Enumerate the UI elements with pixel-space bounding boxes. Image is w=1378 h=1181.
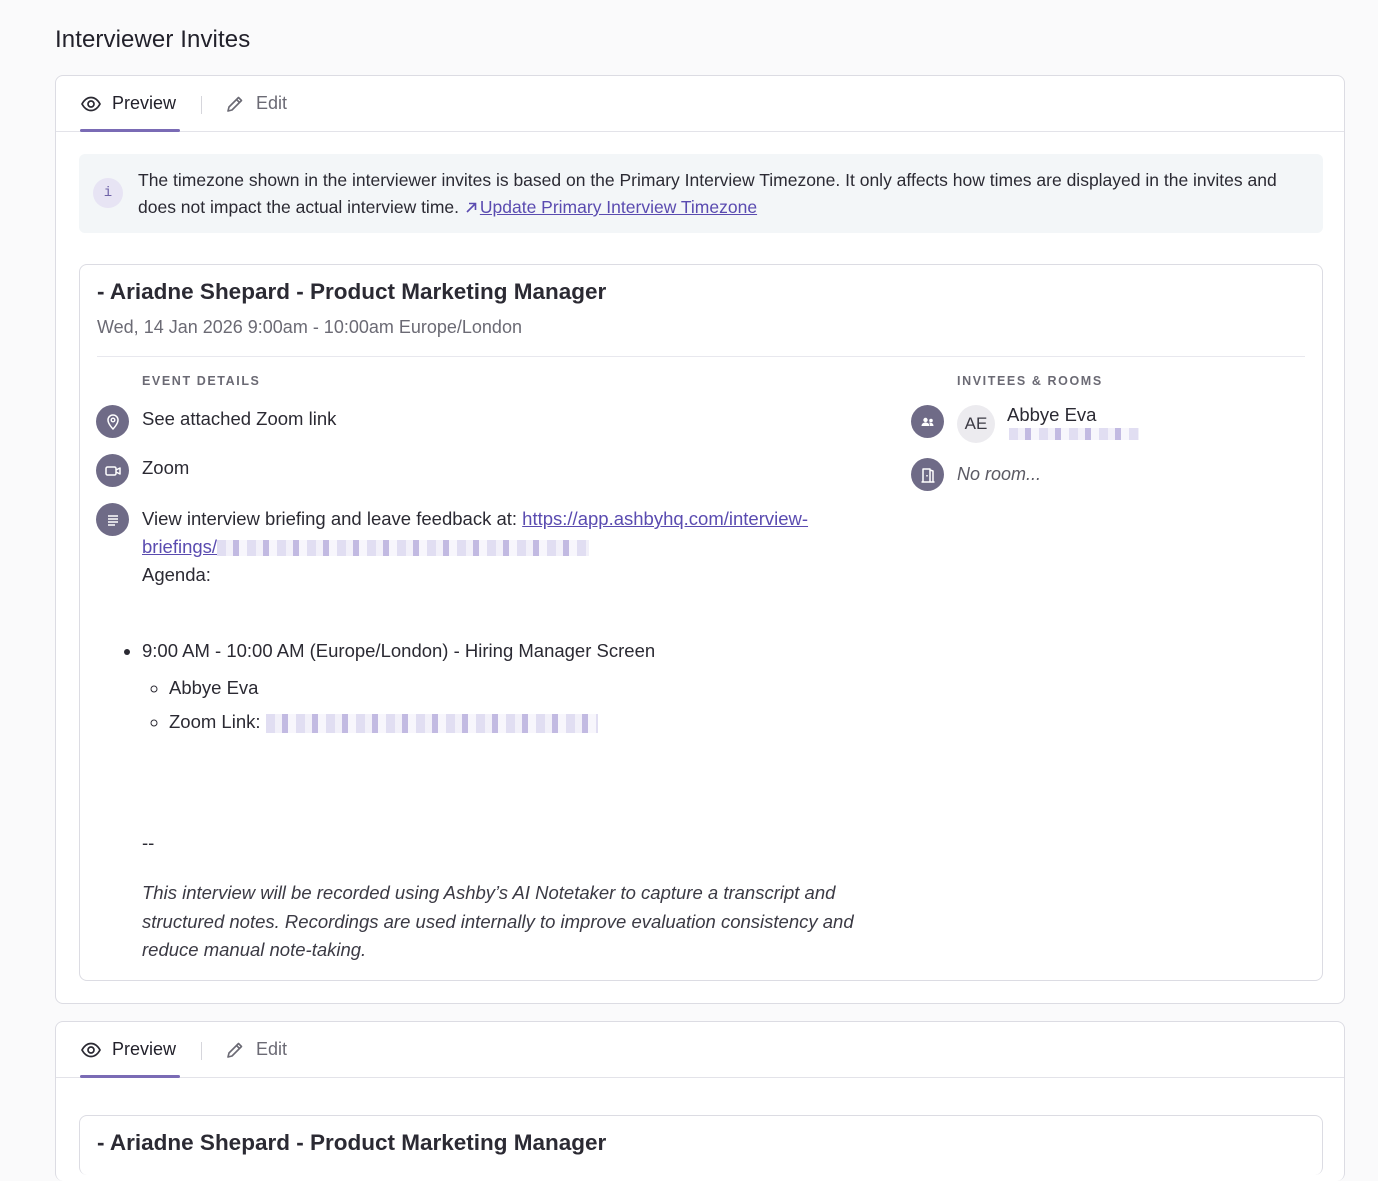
eye-icon — [80, 93, 102, 115]
agenda-item-text: 9:00 AM - 10:00 AM (Europe/London) - Hir… — [142, 640, 656, 661]
invite-card: Preview Edit i The timezone shown in the… — [55, 75, 1345, 1004]
agenda-label: Agenda: — [142, 564, 211, 585]
invitees-rooms-label: INVITEES & ROOMS — [957, 374, 1103, 388]
event-preview-2: - Ariadne Shepard - Product Marketing Ma… — [79, 1115, 1323, 1175]
agenda-zoom-link: Zoom Link: — [169, 711, 655, 733]
agenda-item: 9:00 AM - 10:00 AM (Europe/London) - Hir… — [142, 637, 655, 733]
location-pin-icon — [96, 405, 129, 438]
tab-edit-label-2: Edit — [256, 1039, 288, 1059]
notetaker-note: This interview will be recorded using As… — [142, 882, 854, 960]
redacted-invitee-email — [1009, 428, 1139, 440]
tab-preview-2[interactable]: Preview — [80, 1022, 180, 1078]
event-conferencing: Zoom — [142, 457, 190, 478]
event-title: - Ariadne Shepard - Product Marketing Ma… — [97, 279, 607, 304]
tab-edit-2[interactable]: Edit — [224, 1022, 287, 1077]
video-icon — [96, 454, 129, 487]
page-title: Interviewer Invites — [55, 26, 251, 53]
avatar: AE — [957, 405, 995, 443]
eye-icon — [80, 1039, 102, 1061]
tab-preview[interactable]: Preview — [80, 76, 180, 132]
pencil-icon — [224, 93, 246, 115]
tab-preview-label-2: Preview — [112, 1039, 177, 1059]
description-prefix: View interview briefing and leave feedba… — [142, 508, 523, 529]
timezone-info-banner: i The timezone shown in the interviewer … — [79, 154, 1323, 233]
event-location: See attached Zoom link — [142, 408, 337, 429]
event-details-label: EVENT DETAILS — [142, 374, 261, 388]
redacted-briefing-id — [217, 540, 590, 557]
redacted-zoom-link — [265, 713, 598, 733]
invite-card-2: Preview Edit - Ariadne Shepard - Product… — [55, 1021, 1345, 1181]
agenda-interviewer: Abbye Eva — [169, 677, 655, 699]
pencil-icon — [224, 1039, 246, 1061]
tab-separator-2 — [201, 1042, 202, 1060]
info-icon: i — [93, 178, 123, 208]
event-preview: - Ariadne Shepard - Product Marketing Ma… — [79, 264, 1323, 981]
separator-text: -- — [142, 832, 155, 853]
tab-preview-label: Preview — [112, 93, 177, 113]
tab-bar-2: Preview Edit — [56, 1022, 1344, 1078]
tab-bar: Preview Edit — [56, 76, 1344, 132]
zoom-link-label: Zoom Link: — [169, 711, 266, 732]
invitee-name: Abbye Eva — [1007, 404, 1097, 425]
tab-separator — [201, 96, 202, 114]
update-timezone-link-label: Update Primary Interview Timezone — [479, 197, 758, 217]
external-link-icon — [466, 202, 477, 213]
info-banner-text: The timezone shown in the interviewer in… — [138, 167, 1298, 221]
briefing-link-part-2: briefings/ — [142, 536, 218, 557]
event-time: Wed, 14 Jan 2026 9:00am - 10:00am Europe… — [97, 317, 522, 337]
door-icon — [911, 458, 944, 491]
event-title-2: - Ariadne Shepard - Product Marketing Ma… — [97, 1130, 607, 1155]
agenda-sublist: Abbye Eva Zoom Link: — [142, 677, 655, 733]
update-timezone-link[interactable]: Update Primary Interview Timezone — [464, 197, 757, 217]
briefing-link-part-1: https://app.ashbyhq.com/interview- — [522, 508, 809, 529]
room-placeholder: No room... — [957, 464, 1042, 484]
agenda-list: 9:00 AM - 10:00 AM (Europe/London) - Hir… — [124, 637, 655, 745]
people-icon — [911, 405, 944, 438]
divider — [97, 356, 1305, 357]
event-description: View interview briefing and leave feedba… — [142, 505, 902, 589]
description-icon — [96, 503, 129, 536]
tab-edit[interactable]: Edit — [224, 76, 287, 131]
tab-edit-label: Edit — [256, 93, 288, 113]
